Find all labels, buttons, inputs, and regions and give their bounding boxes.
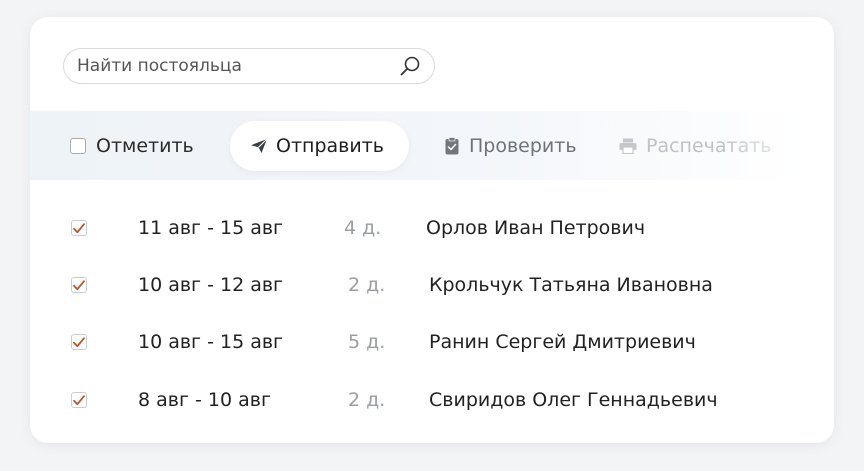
mark-all-checkbox[interactable] — [70, 137, 86, 154]
checkmark-icon — [73, 222, 85, 233]
send-button[interactable]: Отправить — [230, 121, 409, 171]
check-button-label: Проверить — [469, 134, 577, 157]
row-guest-name: Свиридов Олег Геннадьевич — [429, 389, 718, 411]
clipboard-icon — [445, 136, 459, 154]
search-bar — [63, 48, 435, 84]
row-dates: 11 авг - 15 авг — [138, 217, 284, 239]
row-checkbox[interactable] — [71, 334, 87, 350]
row-dates: 10 авг - 12 авг — [138, 274, 284, 296]
search-input[interactable] — [77, 56, 398, 76]
row-guest-name: Орлов Иван Петрович — [426, 217, 646, 239]
paper-plane-icon — [251, 138, 268, 153]
mark-all-control[interactable]: Отметить — [70, 135, 194, 157]
print-button-label: Распечатать — [646, 134, 772, 157]
printer-icon — [619, 138, 637, 154]
row-days: 2 д. — [348, 274, 386, 296]
row-guest-name: Ранин Сергей Дмитриевич — [429, 331, 696, 353]
row-checkbox[interactable] — [71, 277, 87, 293]
row-dates: 8 авг - 10 авг — [138, 389, 271, 411]
row-days: 4 д. — [344, 217, 382, 239]
row-dates: 10 авг - 15 авг — [138, 331, 284, 353]
table-row[interactable]: 8 авг - 10 авг 2 д. Свиридов Олег Геннад… — [30, 380, 834, 420]
mark-all-label: Отметить — [96, 134, 194, 157]
send-button-label: Отправить — [276, 135, 384, 157]
checkmark-icon — [73, 279, 85, 290]
table-row[interactable]: 10 авг - 15 авг 5 д. Ранин Сергей Дмитри… — [30, 322, 834, 362]
row-days: 2 д. — [348, 389, 386, 411]
checkmark-icon — [73, 394, 85, 405]
table-row[interactable]: 10 авг - 12 авг 2 д. Крольчук Татьяна Ив… — [30, 265, 834, 305]
action-toolbar: Отметить Отправить Проверить Распечатать — [30, 111, 834, 180]
table-row[interactable]: 11 авг - 15 авг 4 д. Орлов Иван Петрович — [30, 208, 834, 248]
search-icon[interactable] — [398, 54, 422, 78]
row-checkbox[interactable] — [71, 392, 87, 408]
guest-list-card: Отметить Отправить Проверить Распеч — [30, 17, 834, 443]
row-days: 5 д. — [348, 331, 386, 353]
checkmark-icon — [73, 336, 85, 347]
check-button[interactable]: Проверить — [445, 135, 577, 157]
row-checkbox[interactable] — [71, 220, 87, 236]
print-button[interactable]: Распечатать — [619, 135, 772, 157]
row-guest-name: Крольчук Татьяна Ивановна — [429, 274, 713, 296]
